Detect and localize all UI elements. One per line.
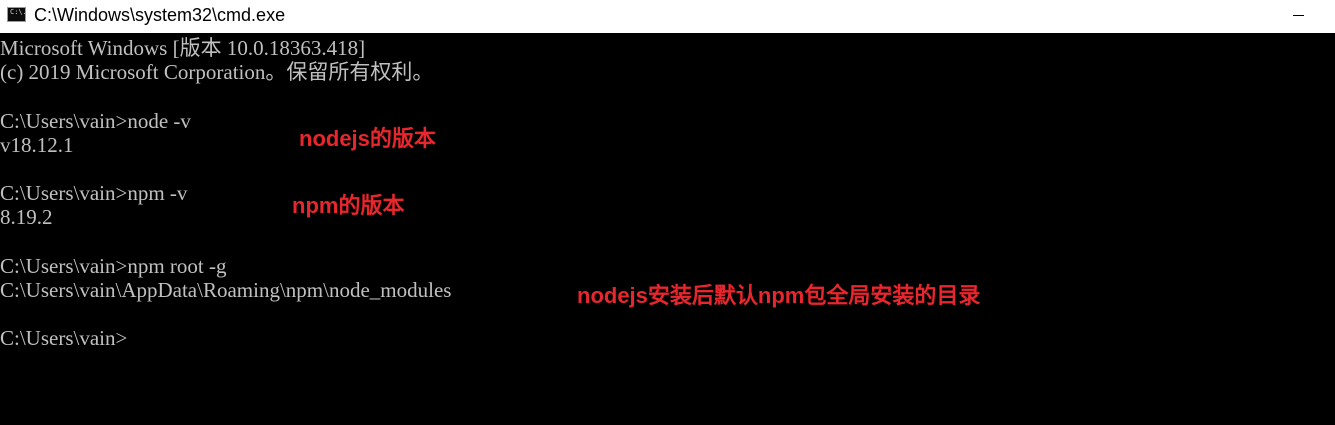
console-output[interactable]: Microsoft Windows [版本 10.0.18363.418] (c… <box>0 36 1335 425</box>
console-line: v18.12.1 <box>0 133 74 157</box>
console-line: C:\Users\vain>node -v <box>0 109 191 133</box>
minimize-icon <box>1293 15 1304 16</box>
cmd-app-icon-text: C:\. <box>10 8 26 16</box>
console-line: 8.19.2 <box>0 205 53 229</box>
cmd-app-icon: C:\. <box>7 7 26 22</box>
console-line: (c) 2019 Microsoft Corporation。保留所有权利。 <box>0 60 434 84</box>
console-line: C:\Users\vain\AppData\Roaming\npm\node_m… <box>0 278 452 302</box>
annotation-npm-version: npm的版本 <box>292 193 405 218</box>
annotation-node-version: nodejs的版本 <box>299 126 436 151</box>
window-title: C:\Windows\system32\cmd.exe <box>34 5 286 25</box>
console-line: Microsoft Windows [版本 10.0.18363.418] <box>0 36 366 60</box>
console-line: C:\Users\vain> <box>0 326 128 350</box>
console-line: C:\Users\vain>npm root -g <box>0 254 227 278</box>
cmd-window: C:\. C:\Windows\system32\cmd.exe Microso… <box>0 0 1335 425</box>
annotation-global-dir: nodejs安装后默认npm包全局安装的目录 <box>577 283 981 308</box>
minimize-button[interactable] <box>1275 0 1335 33</box>
title-bar[interactable]: C:\. C:\Windows\system32\cmd.exe <box>0 0 1335 33</box>
console-line: C:\Users\vain>npm -v <box>0 181 188 205</box>
